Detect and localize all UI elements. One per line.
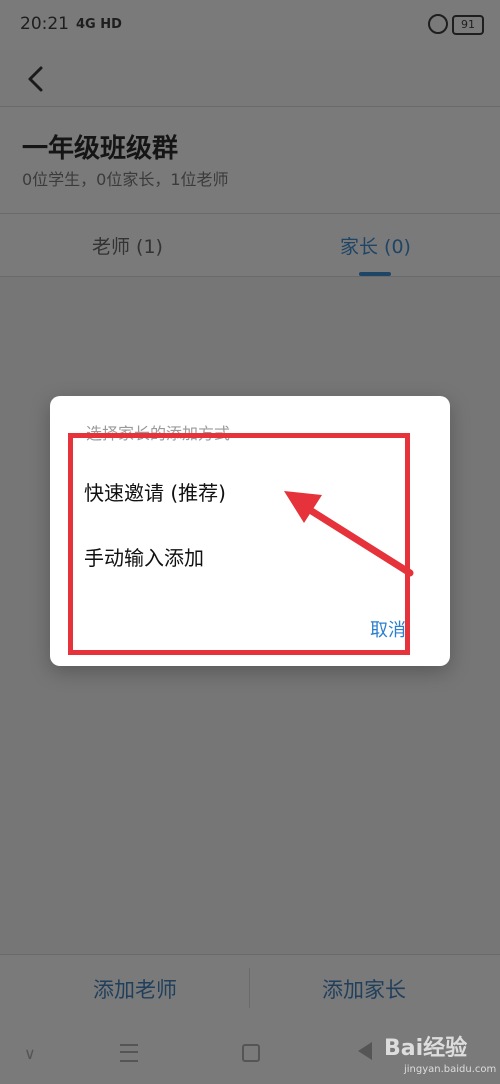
nav-down-icon[interactable]: ∨ (24, 1044, 36, 1063)
watermark-url: jingyan.baidu.com (404, 1064, 497, 1075)
add-teacher-button[interactable]: 添加老师 (93, 974, 177, 1004)
battery-icon: 91 (452, 15, 484, 35)
tab-parents[interactable]: 家长 (0) (340, 232, 411, 259)
tab-teachers[interactable]: 老师 (1) (92, 232, 163, 259)
nav-menu-icon[interactable] (120, 1044, 138, 1062)
nav-home-icon[interactable] (242, 1044, 260, 1062)
arrow-icon (284, 491, 414, 577)
watermark-logo: Bai经验 (384, 1036, 468, 1061)
status-bar (0, 0, 500, 50)
nav-back-icon[interactable] (358, 1042, 372, 1060)
tab-bar (0, 214, 500, 277)
bottom-divider (249, 968, 250, 1008)
back-icon[interactable] (22, 64, 52, 94)
group-title: 一年级班级群 (22, 134, 179, 164)
status-time: 20:21 (20, 14, 69, 34)
network-indicator: 4G HD (76, 17, 122, 32)
active-tab-indicator (359, 272, 391, 276)
top-bar (0, 50, 500, 107)
group-subtitle: 0位学生，0位家长，1位老师 (22, 170, 229, 189)
alarm-icon (428, 14, 448, 34)
bottom-bar (0, 954, 500, 1027)
add-parent-button[interactable]: 添加家长 (322, 974, 406, 1004)
